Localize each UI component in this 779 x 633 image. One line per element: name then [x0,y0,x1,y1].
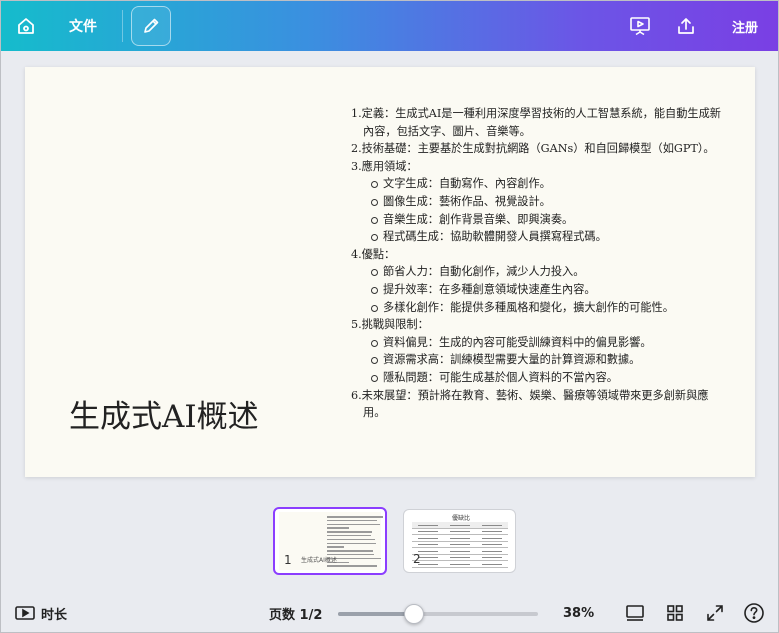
help-icon [744,603,764,623]
share-icon [678,18,694,34]
body-line: 2.技術基礎：主要基於生成對抗網路（GANs）和自回歸模型（如GPT）。 [351,142,715,156]
grid-view-icon [667,605,683,621]
page-counter: 页数 1/2 [269,607,323,623]
help-button[interactable] [741,600,767,626]
slide-body-text[interactable]: 1.定義：生成式AI是一種利用深度學習技術的人工智慧系統，能自動生成新內容，包括… [351,105,723,422]
slide-title[interactable]: 生成式AI概述 [69,391,259,436]
top-toolbar: 文件 注册 [1,1,778,51]
thumbnail-title: 優缺比 [452,515,471,522]
toolbar-divider [122,10,123,42]
body-bullet: 音樂生成：創作背景音樂、即興演奏。 [351,211,723,229]
body-bullet: 圖像生成：藝術作品、視覺設計。 [351,193,723,211]
body-bullet: 隱私問題：可能生成基於個人資料的不當內容。 [351,369,723,387]
fullscreen-icon [707,605,723,621]
duration-button[interactable]: 时长 [15,601,67,625]
zoom-percentage[interactable]: 38% [563,601,594,625]
body-bullet: 提升效率：在多種創意領域快速產生內容。 [351,281,723,299]
fullscreen-button[interactable] [702,600,728,626]
thumbnail-page-number: 1 [284,553,292,567]
slide-canvas[interactable]: 生成式AI概述 1.定義：生成式AI是一種利用深度學習技術的人工智慧系統，能自動… [25,67,755,477]
duration-label: 时长 [41,607,68,623]
share-button[interactable] [669,9,703,43]
bottom-toolbar: 时长 页数 1/2 38% [1,593,778,633]
body-bullet: 文字生成：自動寫作、內容創作。 [351,175,723,193]
present-button[interactable] [623,9,657,43]
home-button[interactable] [9,9,43,43]
play-timer-icon [15,606,35,620]
body-line: 6.未來展望：預計將在教育、藝術、娛樂、醫療等領域帶來更多創新與應用。 [351,388,709,420]
home-icon [18,18,34,34]
body-bullet: 多樣化創作：能提供多種風格和變化，擴大創作的可能性。 [351,299,723,317]
body-bullet: 節省人力：自動化創作，減少人力投入。 [351,263,723,281]
presenter-view-button[interactable] [622,600,648,626]
grid-view-button[interactable] [662,600,688,626]
body-line: 5.挑戰與限制： [351,318,429,332]
zoom-slider[interactable] [338,604,538,624]
present-icon [630,17,650,36]
body-line: 3.應用領域： [351,159,418,173]
file-menu-button[interactable]: 文件 [61,10,105,42]
slide-thumbnail-1[interactable]: 1 生成式AI概述 [273,507,387,575]
slide-thumbnail-2[interactable]: 優缺比 2 [403,509,516,573]
body-bullet: 資源需求高：訓練模型需要大量的計算資源和數據。 [351,351,723,369]
thumbnail-title: 生成式AI概述 [301,557,337,564]
present-view-icon [626,605,644,621]
thumbnail-page-number: 2 [413,552,421,566]
body-bullet: 程式碼生成：協助軟體開發人員撰寫程式碼。 [351,228,723,246]
body-bullet: 資料偏見：生成的內容可能受訓練資料中的偏見影響。 [351,334,723,352]
register-button[interactable]: 注册 [721,10,769,42]
edit-button[interactable] [131,6,171,46]
zoom-slider-handle[interactable] [404,604,424,624]
body-line: 1.定義：生成式AI是一種利用深度學習技術的人工智慧系統，能自動生成新內容，包括… [351,107,721,138]
pencil-icon [144,18,159,33]
thumbnail-table [412,522,508,568]
zoom-slider-fill [338,612,414,616]
body-line: 4.優點： [351,247,396,261]
